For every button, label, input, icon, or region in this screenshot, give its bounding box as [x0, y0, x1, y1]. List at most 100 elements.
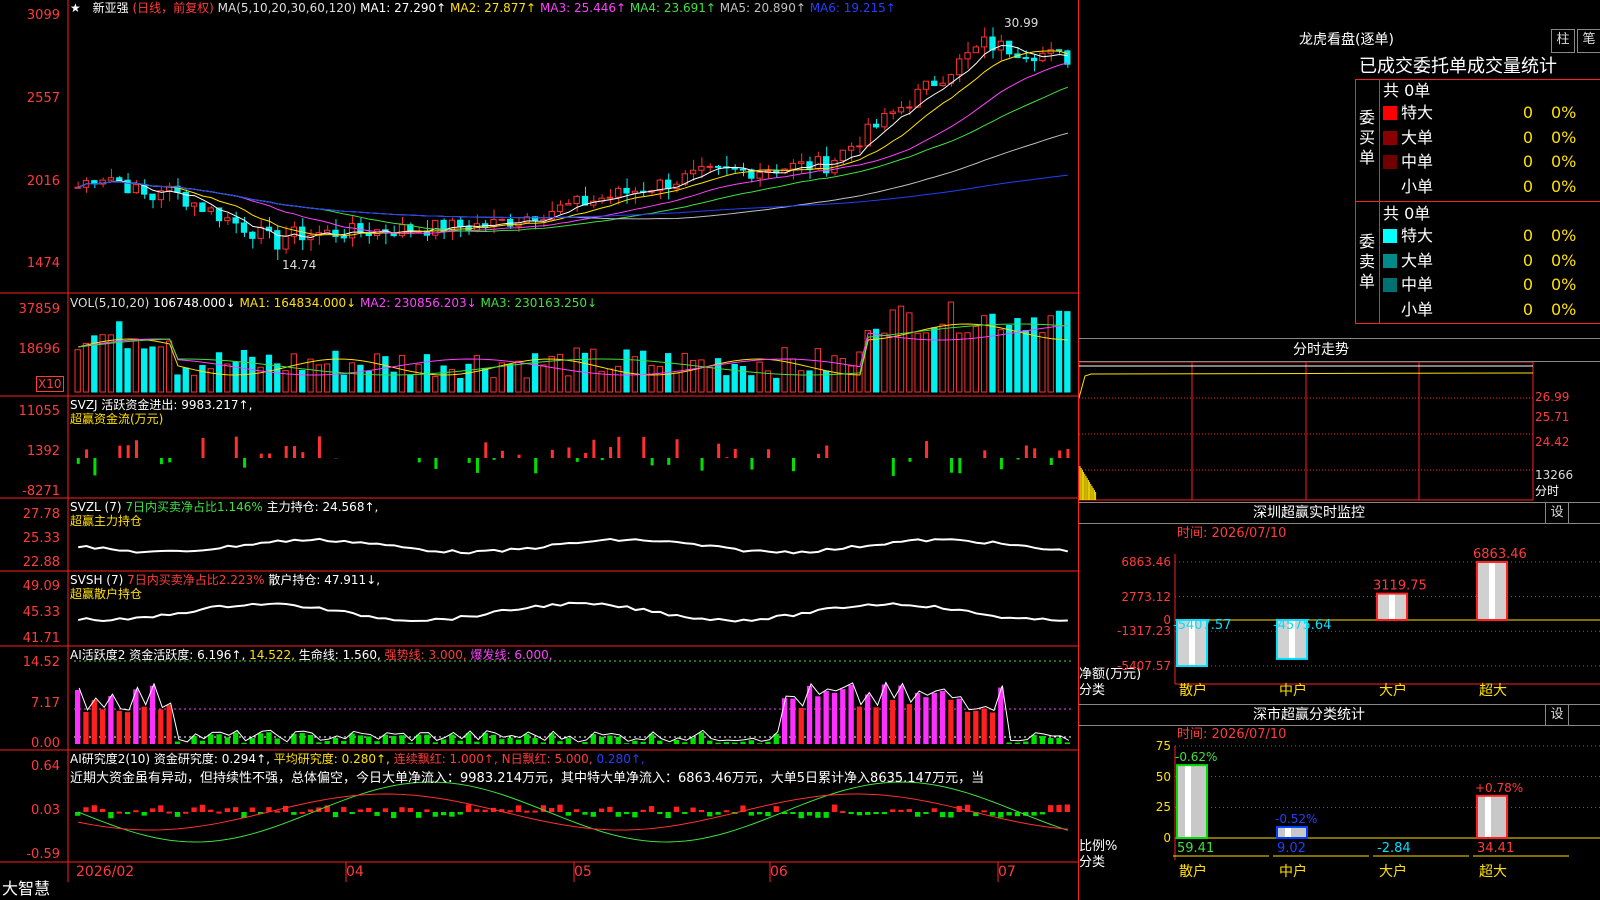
- vol-value: 106748.000↓: [153, 296, 236, 310]
- ai3-bar: [291, 812, 297, 815]
- volume-bar: [1005, 325, 1013, 393]
- ai3-bar: [723, 810, 730, 813]
- ai2-bar: [1014, 742, 1021, 744]
- ai3-bar: [773, 806, 779, 812]
- svzj-bar: [750, 458, 754, 470]
- classify-settings-button[interactable]: 设: [1545, 704, 1569, 726]
- svzj-bar: [700, 458, 704, 471]
- ai2-bar: [682, 742, 688, 744]
- volume-bar: [440, 365, 447, 393]
- svsh-hold: 散户持仓: 47.911↓,: [268, 573, 381, 587]
- candle-body: [706, 165, 713, 168]
- ai3-comment: 近期大资金虽有异动，但持续性不强，总体偏空，今日大单净流入：9983.214万元…: [70, 771, 985, 786]
- classify-value-label: 9.02: [1277, 841, 1306, 856]
- candle-body: [74, 186, 81, 189]
- candle-body: [249, 231, 256, 239]
- ai3-bar: [981, 810, 987, 813]
- date-tick: 04: [346, 864, 364, 880]
- candle-body: [224, 217, 231, 222]
- volume-bar: [415, 363, 422, 393]
- svzl-line: [78, 537, 1069, 555]
- ai2-bar: [440, 739, 447, 744]
- candle-body: [149, 193, 156, 201]
- svzj-bar: [550, 449, 554, 458]
- divider: [1355, 79, 1600, 80]
- ai2-bar: [216, 734, 222, 744]
- sell-label: 委卖单: [1359, 232, 1376, 291]
- bar-mode-button[interactable]: 柱: [1551, 29, 1575, 53]
- axis-tick: 18696: [18, 342, 60, 357]
- ai2-bar: [1031, 734, 1037, 744]
- vol-unit[interactable]: X10: [36, 376, 64, 392]
- ma-value-5: MA5: 20.890↑: [715, 1, 806, 15]
- tick-mode-button[interactable]: 笔: [1577, 29, 1600, 53]
- svzj-bar: [816, 453, 820, 458]
- volume-bar: [723, 375, 730, 393]
- ai2-bar: [199, 740, 206, 744]
- legend-swatch: [1383, 253, 1397, 268]
- ai3-bar: [482, 809, 488, 812]
- svzj-bar: [717, 443, 721, 458]
- ai2-bar: [1064, 742, 1070, 744]
- axis-tick: 14.52: [22, 655, 60, 670]
- ai2-bar: [815, 696, 821, 744]
- candle-body: [573, 195, 580, 205]
- intraday-chart[interactable]: [1079, 362, 1600, 502]
- ai3-bar: [582, 812, 588, 815]
- candle-body: [872, 123, 880, 128]
- ai2-bar: [382, 734, 389, 744]
- volume-bar: [922, 332, 930, 393]
- volume-bar: [182, 367, 189, 393]
- svsh-ratio: 7日内买卖净占比2.223%: [127, 573, 265, 587]
- volume-bar: [315, 364, 322, 393]
- ma-value-1: MA1: 27.290↑: [360, 1, 447, 15]
- ai2-bar: [973, 710, 979, 744]
- ai3-bar: [399, 807, 405, 812]
- volume-bar: [914, 332, 921, 393]
- monitor-axis-tick: 2773.12: [1121, 589, 1171, 604]
- axis-tick: 25.33: [22, 531, 60, 546]
- volume-bar: [465, 363, 472, 393]
- ai2-bar: [756, 743, 763, 744]
- ai2-bar: [956, 698, 962, 744]
- ai3-bar: [249, 807, 255, 812]
- monitor-settings-button[interactable]: 设: [1545, 502, 1569, 524]
- volume-bar: [997, 329, 1004, 393]
- svzj-bar: [1049, 458, 1053, 465]
- ai2-bar: [1048, 738, 1054, 744]
- ai2-bar: [524, 734, 530, 744]
- ai2-e: 爆发线: 6.000,: [470, 648, 553, 662]
- svzl-title: SVZL (7): [70, 500, 122, 514]
- candle-body: [398, 224, 406, 237]
- ai3-bar: [549, 807, 555, 812]
- monitor-value-label: 3119.75: [1373, 579, 1427, 594]
- svzj-bar: [650, 458, 654, 466]
- ai2-bar: [1023, 741, 1029, 744]
- svzj-bar: [268, 453, 272, 458]
- ai3-bar: [432, 812, 438, 817]
- order-count: 0: [1522, 152, 1533, 171]
- candle-body: [864, 123, 871, 147]
- ai3-bar: [914, 812, 921, 817]
- ai2-bar: [457, 740, 463, 744]
- ai2-bar: [582, 741, 588, 744]
- svzj-bar: [492, 458, 496, 460]
- ai3-bar: [906, 809, 912, 812]
- ai2-bar: [83, 711, 89, 744]
- ai3-bar: [233, 807, 239, 812]
- ai2-bar: [341, 740, 347, 744]
- ai3-bar: [682, 812, 688, 814]
- ai2-bar: [931, 693, 937, 744]
- classify-xlabel: 分类: [1079, 855, 1106, 870]
- ai3-bar: [108, 812, 114, 819]
- classify-bar: [1176, 764, 1208, 839]
- stock-name: 新亚强: [92, 1, 129, 15]
- ai3-bar: [91, 805, 97, 812]
- classify-axis-tick: 75: [1155, 739, 1171, 753]
- ai2-bar: [723, 742, 730, 744]
- ai3-header: AI研究度2(10) 资金研究度: 0.294↑, 平均研究度: 0.280↑,…: [70, 752, 645, 766]
- kline-area[interactable]: ★ 新亚强 (日线，前复权) MA(5,10,20,30,60,120) MA1…: [0, 0, 1078, 900]
- ma-value-2: MA2: 27.877↑: [446, 1, 537, 15]
- ai3-bar: [415, 812, 422, 818]
- dragon-tabs[interactable]: 已成交委托单成交量统计: [1359, 57, 1557, 77]
